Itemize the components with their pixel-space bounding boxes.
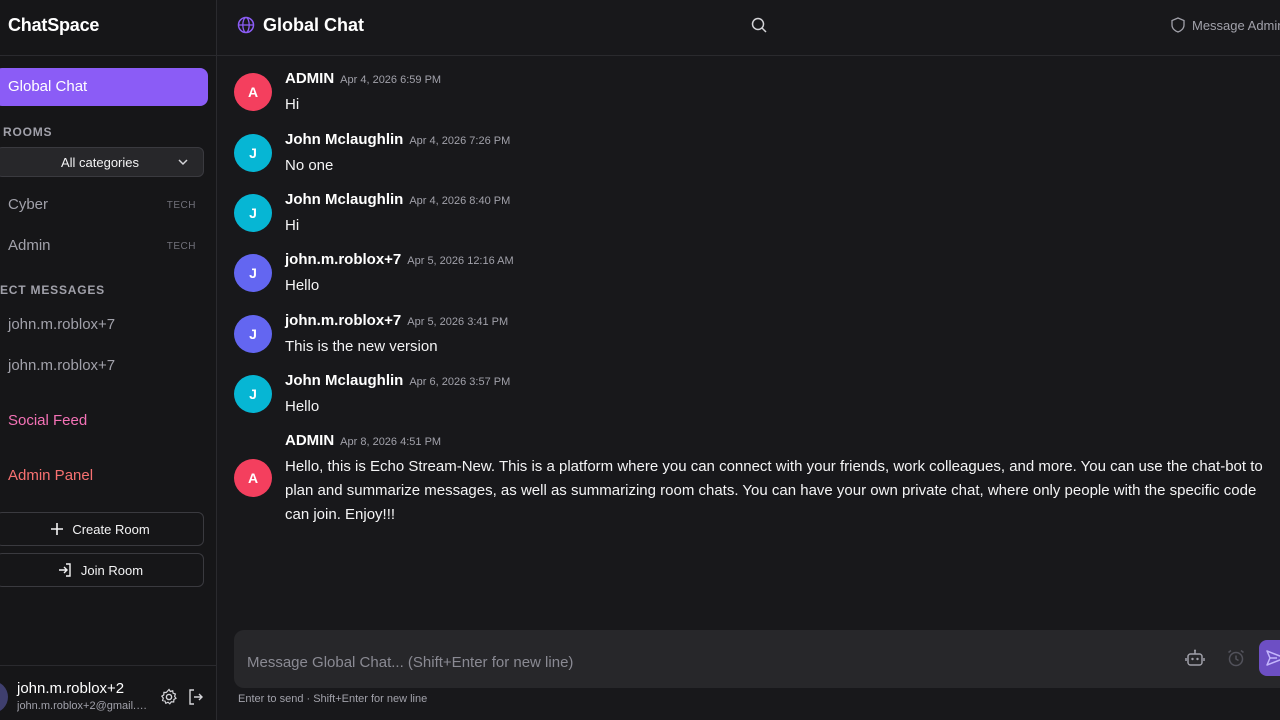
message-timestamp: Apr 5, 2026 3:41 PM <box>407 316 509 328</box>
room-item-admin[interactable]: Admin TECH <box>8 237 198 261</box>
search-icon[interactable] <box>750 16 768 34</box>
message-timestamp: Apr 5, 2026 12:16 AM <box>407 255 514 267</box>
message-timestamp: Apr 6, 2026 3:57 PM <box>409 376 511 388</box>
message-text: Hello, this is Echo Stream-New. This is … <box>285 458 1263 523</box>
user-name: john.m.roblox+2 <box>17 680 125 697</box>
avatar[interactable]: A <box>234 459 272 497</box>
room-tag: TECH <box>166 200 196 211</box>
sidebar-item-global-chat[interactable]: Global Chat <box>0 68 208 106</box>
message-header: John Mclaughlin Apr 6, 2026 3:57 PM <box>285 372 510 389</box>
create-room-button[interactable]: Create Room <box>0 512 204 546</box>
dm-item[interactable]: john.m.roblox+7 <box>8 316 115 333</box>
globe-icon <box>237 16 255 34</box>
message-input[interactable] <box>247 654 1147 671</box>
message-author[interactable]: ADMIN <box>285 70 334 87</box>
bot-icon[interactable] <box>1185 648 1205 668</box>
avatar[interactable]: J <box>234 134 272 172</box>
direct-messages-section-label: ECT MESSAGES <box>0 283 105 297</box>
admin-panel-link[interactable]: Admin Panel <box>8 467 93 484</box>
page-title: Global Chat <box>263 15 365 35</box>
message-author[interactable]: john.m.roblox+7 <box>285 251 401 268</box>
room-name: Cyber <box>8 196 49 213</box>
avatar[interactable]: J <box>234 254 272 292</box>
room-tag: TECH <box>166 241 196 252</box>
join-room-label: Join Room <box>80 562 144 578</box>
message-header: ADMIN Apr 4, 2026 6:59 PM <box>285 70 441 87</box>
send-button[interactable] <box>1259 640 1280 676</box>
shield-icon <box>1171 17 1185 33</box>
message-header: john.m.roblox+7 Apr 5, 2026 12:16 AM <box>285 251 514 268</box>
message-text: Hi <box>285 96 300 113</box>
message-admin-button[interactable]: Message Admin <box>1192 18 1280 33</box>
category-select-value: All categories <box>60 155 140 170</box>
category-select[interactable]: All categories <box>0 147 204 177</box>
room-item-cyber[interactable]: Cyber TECH <box>8 196 198 220</box>
message-header: john.m.roblox+7 Apr 5, 2026 3:41 PM <box>285 312 508 329</box>
avatar[interactable]: J <box>234 194 272 232</box>
join-room-button[interactable]: Join Room <box>0 553 204 587</box>
message-timestamp: Apr 8, 2026 4:51 PM <box>340 436 442 448</box>
message-timestamp: Apr 4, 2026 7:26 PM <box>409 135 511 147</box>
message-author[interactable]: ADMIN <box>285 432 334 449</box>
message-timestamp: Apr 4, 2026 8:40 PM <box>409 195 511 207</box>
avatar[interactable]: J <box>234 375 272 413</box>
logout-icon[interactable] <box>187 688 205 706</box>
message-text: This is the new version <box>285 338 438 355</box>
gear-icon[interactable] <box>160 688 178 706</box>
message-author[interactable]: john.m.roblox+7 <box>285 312 401 329</box>
message-header: ADMIN Apr 8, 2026 4:51 PM <box>285 432 441 449</box>
alarm-clock-icon[interactable] <box>1226 648 1246 668</box>
room-name: Admin <box>8 237 51 254</box>
message-header: John Mclaughlin Apr 4, 2026 7:26 PM <box>285 131 510 148</box>
avatar[interactable] <box>0 681 8 713</box>
sidebar-divider <box>0 55 217 56</box>
create-room-label: Create Room <box>72 521 150 537</box>
social-feed-link[interactable]: Social Feed <box>8 412 87 429</box>
brand-logo: ChatSpace <box>8 15 100 35</box>
message-text: Hi <box>285 217 300 234</box>
plus-icon <box>51 523 64 535</box>
message-author[interactable]: John Mclaughlin <box>285 191 403 208</box>
user-email: john.m.roblox+2@gmail.com <box>17 700 152 712</box>
message-author[interactable]: John Mclaughlin <box>285 372 403 389</box>
avatar[interactable]: A <box>234 73 272 111</box>
composer-hint: Enter to send · Shift+Enter for new line <box>238 693 428 705</box>
dm-item[interactable]: john.m.roblox+7 <box>8 357 115 374</box>
sidebar: ChatSpace Global Chat ROOMS All categori… <box>0 0 217 720</box>
user-footer: john.m.roblox+2 john.m.roblox+2@gmail.co… <box>0 665 217 720</box>
chevron-down-icon <box>178 159 188 166</box>
message-text: No one <box>285 157 334 174</box>
rooms-section-label: ROOMS <box>3 125 53 139</box>
login-icon <box>58 563 71 577</box>
message-text: Hello <box>285 398 320 415</box>
chat-header: Global Chat Message Admin <box>217 0 1280 56</box>
message-text: Hello <box>285 277 320 294</box>
send-icon <box>1266 650 1280 666</box>
message-timestamp: Apr 4, 2026 6:59 PM <box>340 74 442 86</box>
message-composer <box>234 630 1280 688</box>
message-author[interactable]: John Mclaughlin <box>285 131 403 148</box>
message-header: John Mclaughlin Apr 4, 2026 8:40 PM <box>285 191 510 208</box>
avatar[interactable]: J <box>234 315 272 353</box>
